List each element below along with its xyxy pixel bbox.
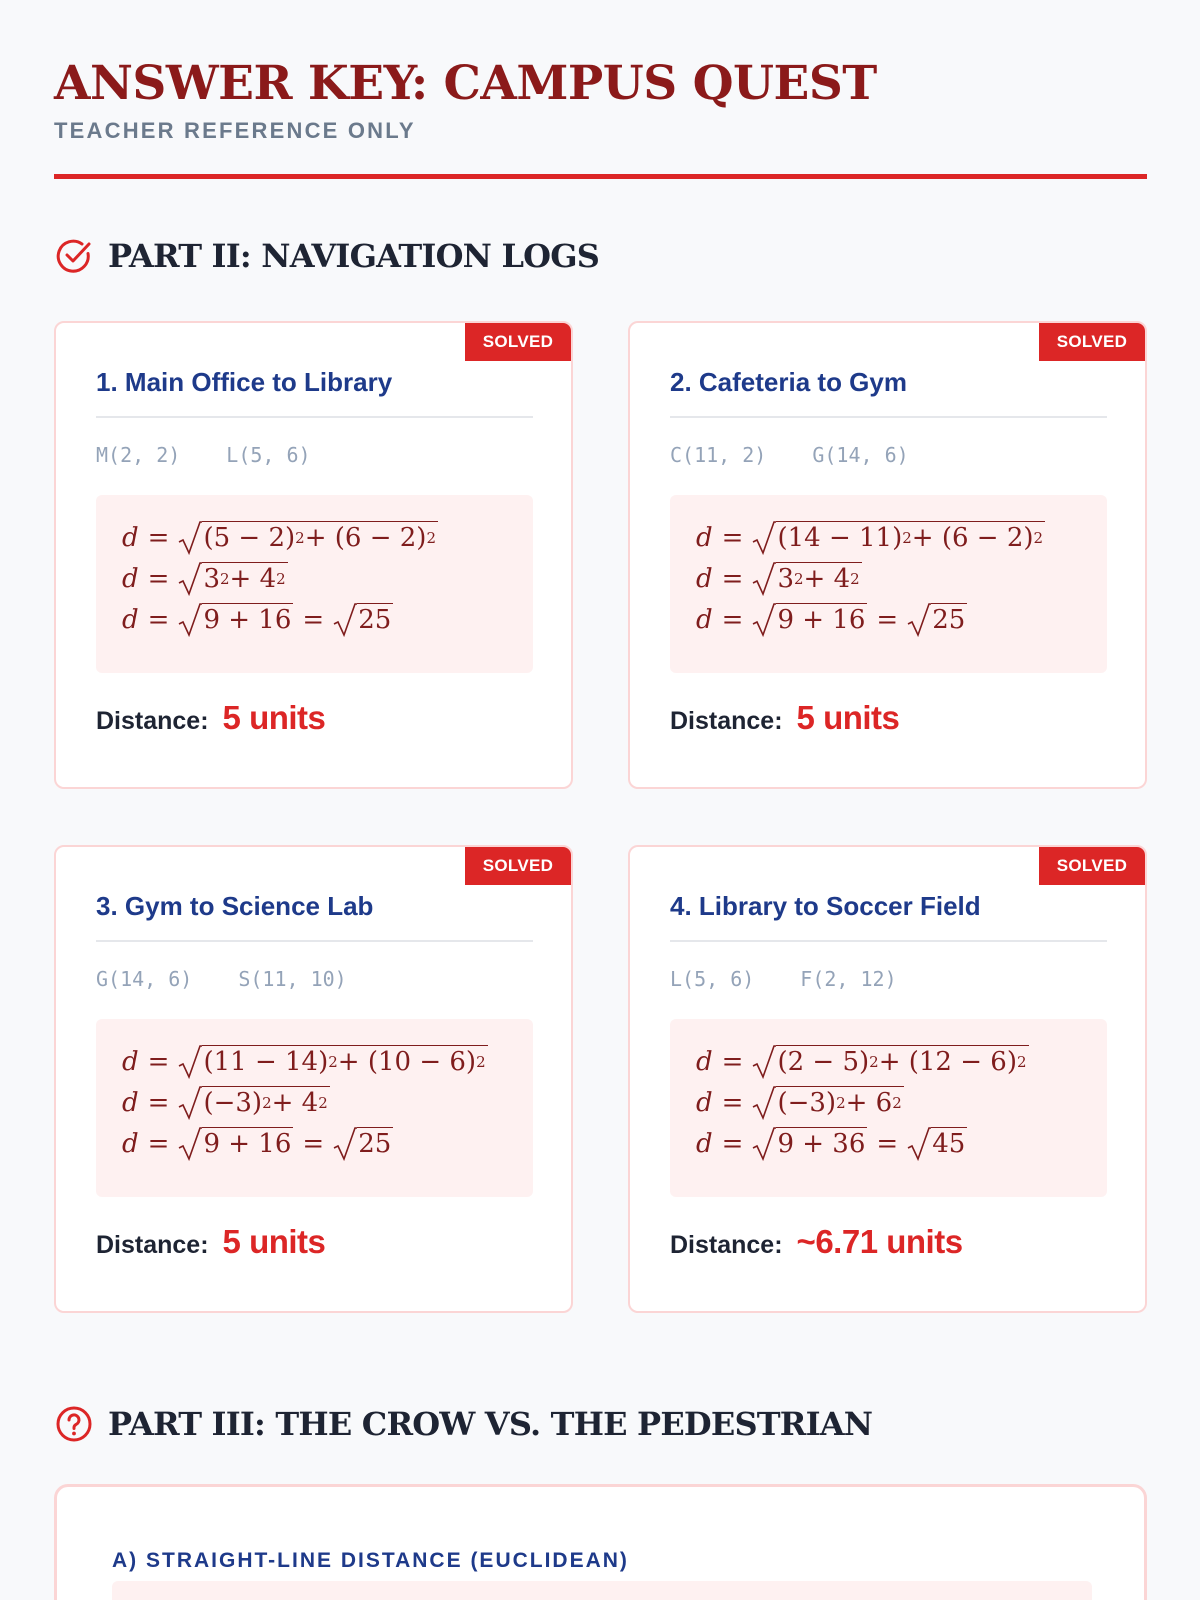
point-coordinates: L(5, 6) F(2, 12)	[670, 967, 897, 991]
formula-line: d = 3 2 + 42	[696, 561, 862, 596]
question-circle-icon	[54, 1404, 94, 1444]
radical-expression: 9 + 16	[752, 602, 868, 637]
header-divider	[54, 174, 1147, 179]
formula-line: d = (−3) 2 + 42	[122, 1085, 330, 1120]
radical-expression: (5 − 2) 2 + (6 − 2) 2	[178, 520, 438, 555]
formula-line: d = (5 − 2) 2 + (6 − 2) 2	[122, 520, 438, 555]
formula-line: d = 9 + 16 = 25	[122, 602, 394, 637]
section-part3-title: PART III: THE CROW VS. THE PEDESTRIAN	[108, 1405, 873, 1443]
point-label: S(11, 10)	[238, 967, 347, 991]
card-divider	[670, 940, 1107, 942]
radical-expression: 32 + 42	[752, 561, 862, 596]
formula-line: d = (2 − 5) 2 + (12 − 6) 2	[696, 1044, 1029, 1079]
distance-card: SOLVED 1. Main Office to Library M(2, 2) L(…	[54, 321, 573, 789]
distance-value: ~6.71 units	[796, 1223, 964, 1260]
point-coordinates: C(11, 2) G(14, 6)	[670, 443, 909, 467]
distance-card: SOLVED 4. Library to Soccer Field L(5, 6) F…	[628, 845, 1147, 1313]
point-label: L(5, 6)	[226, 443, 311, 467]
radical-expression: (−3) 2 + 42	[178, 1085, 330, 1120]
card-divider	[670, 416, 1107, 418]
card-title: 1. Main Office to Library	[96, 367, 393, 397]
formula-line: d = (−3) 2 + 62	[696, 1085, 904, 1120]
point-coordinates: G(14, 6) S(11, 10)	[96, 967, 347, 991]
distance-label: Distance:	[670, 707, 783, 735]
radical-expression: (−3) 2 + 62	[752, 1085, 904, 1120]
distance-formula-box: d = (14 − 11) 2 + (6 − 2) 2 d = 3 2 + 4 2 d = 9 + 16…	[670, 495, 1107, 673]
radical-result: 25	[907, 602, 968, 637]
formula-line: d = 3 2 + 42	[122, 561, 288, 596]
distance-formula-box: d = (5 − 2) 2 + (6 − 2) 2 d = 3 2 + 4 2 d = 9 + 16 = 2…	[96, 495, 533, 673]
distance-label: Distance:	[96, 1231, 209, 1259]
distance-formula-box: d = (2 − 5) 2 + (12 − 6) 2 d = (−3) 2 + 6 2 d = 9 + …	[670, 1019, 1107, 1197]
point-label: G(14, 6)	[96, 967, 193, 991]
point-label: G(14, 6)	[812, 443, 909, 467]
solved-badge: SOLVED	[1039, 847, 1145, 885]
solved-badge: SOLVED	[1039, 323, 1145, 361]
distance-label: Distance:	[96, 707, 209, 735]
distance-value: 5 units	[222, 1223, 326, 1260]
section-part2-heading: PART II: NAVIGATION LOGS	[54, 234, 600, 278]
point-label: L(5, 6)	[670, 967, 755, 991]
check-circle-icon	[54, 236, 94, 276]
radical-result: 45	[907, 1126, 968, 1161]
radical-expression: 9 + 16	[178, 1126, 294, 1161]
distance-result: Distance: 5 units	[96, 1223, 326, 1261]
radical-expression: 9 + 36	[752, 1126, 868, 1161]
formula-line: d = 9 + 36 = 45	[696, 1126, 968, 1161]
distance-result: Distance: ~6.71 units	[670, 1223, 963, 1261]
radical-result: 25	[333, 1126, 394, 1161]
card-title: 4. Library to Soccer Field	[670, 891, 981, 921]
distance-label: Distance:	[670, 1231, 783, 1259]
formula-line: d = (14 − 11) 2 + (6 − 2) 2	[696, 520, 1046, 555]
formula-line: d = (11 − 14) 2 + (10 − 6) 2	[122, 1044, 488, 1079]
card-divider	[96, 940, 533, 942]
radical-expression: 32 + 42	[178, 561, 288, 596]
solved-badge: SOLVED	[465, 323, 571, 361]
card-title: 2. Cafeteria to Gym	[670, 367, 907, 397]
point-coordinates: M(2, 2) L(5, 6)	[96, 443, 311, 467]
distance-value: 5 units	[222, 699, 326, 736]
distance-formula-box: d = (11 − 14) 2 + (10 − 6) 2 d = (−3) 2 + 4 2 d = 9 …	[96, 1019, 533, 1197]
radical-expression: (2 − 5) 2 + (12 − 6) 2	[752, 1044, 1029, 1079]
section-part2-title: PART II: NAVIGATION LOGS	[108, 237, 600, 275]
euclidean-subheading: A) STRAIGHT-LINE DISTANCE (EUCLIDEAN)	[112, 1549, 629, 1572]
point-label: M(2, 2)	[96, 443, 181, 467]
radical-expression: (14 − 11) 2 + (6 − 2) 2	[752, 520, 1046, 555]
distance-value: 5 units	[796, 699, 900, 736]
radical-expression: (11 − 14) 2 + (10 − 6) 2	[178, 1044, 488, 1079]
card-title: 3. Gym to Science Lab	[96, 891, 374, 921]
euclidean-math-box	[112, 1581, 1092, 1600]
radical-result: 25	[333, 602, 394, 637]
card-divider	[96, 416, 533, 418]
radical-expression: 9 + 16	[178, 602, 294, 637]
formula-line: d = 9 + 16 = 25	[696, 602, 968, 637]
distance-card: SOLVED 2. Cafeteria to Gym C(11, 2) G(14, 6…	[628, 321, 1147, 789]
point-label: C(11, 2)	[670, 443, 767, 467]
distance-card: SOLVED 3. Gym to Science Lab G(14, 6) S(11,…	[54, 845, 573, 1313]
point-label: F(2, 12)	[800, 967, 897, 991]
solved-badge: SOLVED	[465, 847, 571, 885]
crow-vs-pedestrian-card: A) STRAIGHT-LINE DISTANCE (EUCLIDEAN)	[54, 1484, 1147, 1600]
section-part3-heading: PART III: THE CROW VS. THE PEDESTRIAN	[54, 1402, 873, 1446]
distance-result: Distance: 5 units	[670, 699, 900, 737]
formula-line: d = 9 + 16 = 25	[122, 1126, 394, 1161]
page-subtitle: TEACHER REFERENCE ONLY	[54, 118, 416, 143]
distance-result: Distance: 5 units	[96, 699, 326, 737]
page-title: ANSWER KEY: CAMPUS QUEST	[54, 56, 877, 111]
